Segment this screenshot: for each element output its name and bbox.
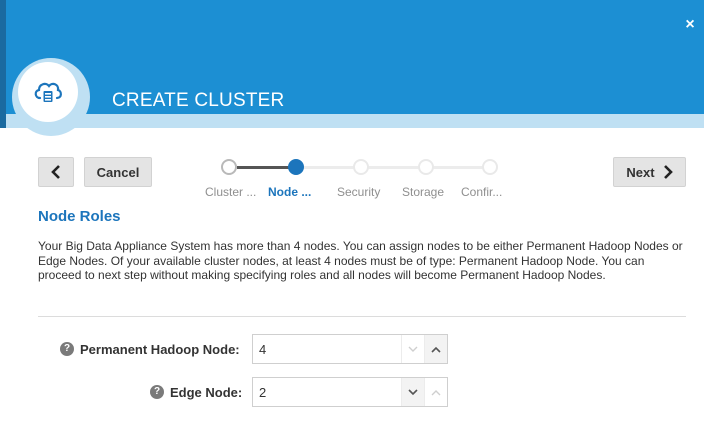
cancel-button[interactable]: Cancel xyxy=(84,157,152,187)
train-label-security[interactable]: Security xyxy=(337,185,380,199)
next-button-label: Next xyxy=(626,164,655,180)
train-stop-cluster[interactable] xyxy=(221,159,237,175)
dialog-title: CREATE CLUSTER xyxy=(112,90,285,111)
decrement-button[interactable] xyxy=(401,335,424,363)
edge-node-stepper xyxy=(252,377,448,407)
chevron-up-icon xyxy=(431,389,441,395)
train-stop-security[interactable] xyxy=(353,159,369,175)
permanent-hadoop-node-stepper xyxy=(252,334,448,364)
train-stop-confirm[interactable] xyxy=(482,159,498,175)
increment-button[interactable] xyxy=(424,335,447,363)
divider xyxy=(38,316,686,317)
section-description: Your Big Data Appliance System has more … xyxy=(38,239,683,282)
chevron-right-icon xyxy=(663,165,673,179)
help-icon[interactable]: ? xyxy=(60,342,74,356)
train-label-cluster[interactable]: Cluster ... xyxy=(205,185,256,199)
chevron-left-icon xyxy=(51,165,60,179)
train-stop-storage[interactable] xyxy=(418,159,434,175)
decrement-button[interactable] xyxy=(401,378,424,406)
back-button[interactable] xyxy=(38,157,74,187)
chevron-down-icon xyxy=(408,346,418,352)
permanent-hadoop-node-input[interactable] xyxy=(253,335,401,363)
increment-button[interactable] xyxy=(424,378,447,406)
train-label-storage[interactable]: Storage xyxy=(402,185,444,199)
cloud-database-icon xyxy=(18,62,78,122)
close-icon[interactable]: × xyxy=(682,17,698,33)
next-button[interactable]: Next xyxy=(613,157,686,187)
permanent-hadoop-node-label: Permanent Hadoop Node: xyxy=(80,342,240,357)
train-label-node[interactable]: Node ... xyxy=(268,185,311,199)
edge-node-label: Edge Node: xyxy=(170,385,243,400)
header-stripe xyxy=(6,114,704,128)
edge-node-input[interactable] xyxy=(253,378,401,406)
help-icon[interactable]: ? xyxy=(150,385,164,399)
dialog-header xyxy=(0,0,704,128)
train-line-remaining xyxy=(303,166,485,169)
train-stop-node[interactable] xyxy=(288,159,304,175)
section-title: Node Roles xyxy=(38,208,121,225)
train-line-completed xyxy=(237,166,289,169)
chevron-up-icon xyxy=(431,346,441,353)
train-label-confirm[interactable]: Confir... xyxy=(461,185,502,199)
chevron-down-icon xyxy=(408,388,418,395)
